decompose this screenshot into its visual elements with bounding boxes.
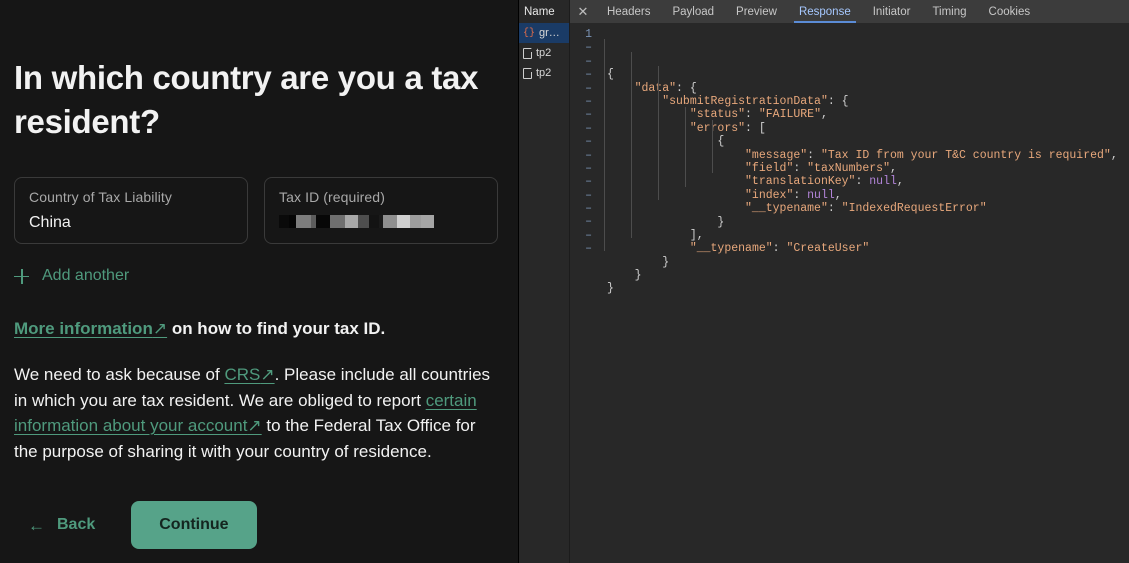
- body-text-part-1: We need to ask because of: [14, 365, 225, 384]
- line-number: –: [585, 188, 592, 202]
- tab-headers[interactable]: Headers: [596, 0, 661, 23]
- line-number-gutter: 1– – – – – – – – – – – – – – – –: [570, 28, 598, 563]
- devtools-tab-bar: ✕ Headers Payload Preview Response Initi…: [570, 0, 1129, 23]
- line-number: –: [585, 228, 592, 242]
- code-line: "data": {: [634, 81, 697, 95]
- line-number: –: [585, 175, 592, 189]
- tax-id-redacted-value: [279, 215, 434, 228]
- code-line: "__typename": "IndexedRequestError": [745, 202, 987, 216]
- screen: In which country are you a tax resident?…: [0, 0, 1129, 563]
- close-icon[interactable]: ✕: [570, 0, 596, 23]
- network-name-column-header: Name: [519, 0, 570, 23]
- line-number: –: [585, 41, 592, 55]
- response-json-code[interactable]: { "data": { "submitRegistrationData": { …: [598, 28, 1129, 563]
- tax-residency-fields: Country of Tax Liability China Tax ID (r…: [14, 177, 504, 244]
- tab-cookies[interactable]: Cookies: [978, 0, 1042, 23]
- request-row-tp2-1[interactable]: tp2: [519, 43, 569, 63]
- line-number: –: [585, 202, 592, 216]
- code-line: }: [607, 282, 614, 296]
- back-button[interactable]: ← Back: [14, 506, 109, 544]
- line-number: 1: [585, 28, 592, 41]
- back-button-label: Back: [57, 516, 96, 533]
- request-name: tp2: [536, 67, 552, 79]
- tax-id-field-label: Tax ID (required): [279, 189, 385, 205]
- crs-explanation-text: We need to ask because of CRS↗. Please i…: [14, 362, 494, 464]
- network-request-list: {} gr… tp2 tp2: [519, 23, 570, 563]
- line-number: –: [585, 161, 592, 175]
- graphql-icon: {}: [523, 27, 536, 39]
- crs-link-arrow-icon: ↗: [260, 365, 275, 384]
- line-number: –: [585, 108, 592, 122]
- form-actions: ← Back Continue: [14, 501, 504, 549]
- line-number: –: [585, 121, 592, 135]
- code-line: }: [717, 215, 725, 229]
- page-title: In which country are you a tax resident?: [14, 59, 479, 140]
- code-line: "__typename": "CreateUser": [689, 242, 870, 256]
- code-line: "submitRegistrationData": {: [662, 95, 849, 108]
- code-line: "message": "Tax ID from your T&C country…: [745, 148, 1118, 162]
- external-link-arrow-icon: ↗: [152, 319, 168, 338]
- code-line: {: [717, 135, 725, 149]
- code-line: ],: [689, 228, 704, 242]
- add-another-label: Add another: [42, 267, 130, 284]
- code-line: }: [662, 255, 670, 269]
- tab-initiator[interactable]: Initiator: [862, 0, 922, 23]
- tab-payload[interactable]: Payload: [661, 0, 725, 23]
- document-icon: [523, 67, 532, 79]
- request-row-tp2-2[interactable]: tp2: [519, 63, 569, 83]
- line-number: –: [585, 54, 592, 68]
- line-number: –: [585, 148, 592, 162]
- country-of-tax-liability-field[interactable]: Country of Tax Liability China: [14, 177, 248, 244]
- plus-icon: [14, 268, 29, 284]
- line-number: –: [585, 215, 592, 229]
- account-information-link-arrow-icon: ↗: [247, 416, 262, 435]
- crs-link[interactable]: CRS: [224, 365, 260, 384]
- country-field-label: Country of Tax Liability: [29, 189, 172, 205]
- devtools-body: {} gr… tp2 tp2 1– – – – – – – – – – – – – – – –: [519, 23, 1129, 563]
- web-app-pane: In which country are you a tax resident?…: [0, 0, 518, 563]
- line-number: –: [585, 135, 592, 149]
- code-line: "field": "taxNumbers",: [745, 161, 897, 175]
- more-information-line: More information↗ on how to find your ta…: [14, 318, 504, 340]
- line-number: –: [585, 68, 592, 82]
- code-line: }: [634, 269, 642, 283]
- add-another-button[interactable]: Add another: [14, 267, 129, 285]
- more-information-link[interactable]: More information: [14, 319, 153, 338]
- tab-timing[interactable]: Timing: [921, 0, 977, 23]
- code-line: "status": "FAILURE",: [689, 108, 828, 122]
- document-icon: [523, 47, 532, 59]
- more-information-trailing-text: on how to find your tax ID.: [167, 319, 386, 338]
- code-line: "index": null,: [745, 188, 842, 202]
- continue-button[interactable]: Continue: [131, 501, 257, 549]
- request-name: tp2: [536, 47, 552, 59]
- code-line: "errors": [: [689, 121, 766, 135]
- tab-preview[interactable]: Preview: [725, 0, 788, 23]
- request-row-graphql[interactable]: {} gr…: [519, 23, 569, 43]
- tax-id-field[interactable]: Tax ID (required): [264, 177, 498, 244]
- devtools-panel: Name ✕ Headers Payload Preview Response …: [518, 0, 1129, 563]
- devtools-topbar: Name ✕ Headers Payload Preview Response …: [519, 0, 1129, 23]
- line-number: –: [585, 81, 592, 95]
- line-number: –: [585, 242, 592, 256]
- response-body-viewer[interactable]: 1– – – – – – – – – – – – – – – – { "data": { "submitReg…: [570, 23, 1129, 563]
- request-name: gr…: [539, 27, 560, 39]
- line-number: –: [585, 94, 592, 108]
- country-field-value: China: [29, 214, 71, 231]
- code-line: "translationKey": null,: [745, 175, 904, 189]
- tab-response[interactable]: Response: [788, 0, 862, 23]
- code-line: {: [607, 68, 614, 82]
- arrow-left-icon: ←: [28, 515, 45, 535]
